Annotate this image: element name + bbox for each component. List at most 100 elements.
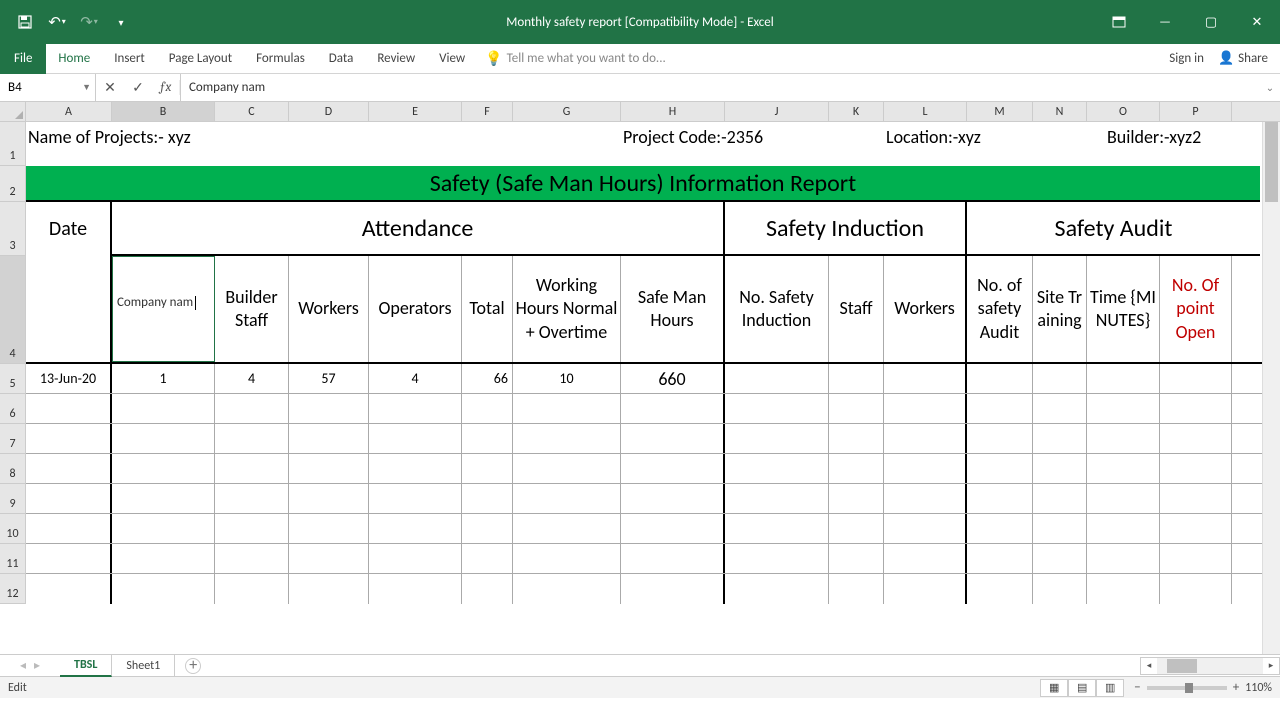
- attendance-header[interactable]: Attendance: [112, 202, 725, 256]
- row-hdr-2[interactable]: 2: [0, 166, 26, 202]
- close-button[interactable]: ✕: [1234, 0, 1280, 44]
- report-title-row[interactable]: Safety (Safe Man Hours) Information Repo…: [26, 166, 1260, 202]
- row-hdr-8[interactable]: 8: [0, 454, 26, 484]
- cell-total[interactable]: 66: [462, 364, 513, 393]
- staff-header[interactable]: Staff: [829, 256, 884, 362]
- workers-header[interactable]: Workers: [289, 256, 369, 362]
- file-tab[interactable]: File: [0, 44, 46, 74]
- no-safety-induction-header[interactable]: No. Safety Induction: [725, 256, 829, 362]
- no-safety-audit-header[interactable]: No. of safety Audit: [967, 256, 1033, 362]
- row-hdr-7[interactable]: 7: [0, 424, 26, 454]
- save-button[interactable]: [10, 7, 40, 37]
- nav-prev-icon[interactable]: ◂: [20, 658, 26, 673]
- row-hdr-1[interactable]: 1: [0, 122, 26, 166]
- maximize-button[interactable]: ▢: [1188, 0, 1234, 44]
- col-hdr-m[interactable]: M: [967, 102, 1033, 121]
- row-hdr-5[interactable]: 5: [0, 364, 26, 394]
- total-header[interactable]: Total: [462, 256, 513, 362]
- col-hdr-g[interactable]: G: [513, 102, 621, 121]
- cell-o5[interactable]: [1087, 364, 1160, 393]
- grid[interactable]: Name of Projects:- xyz Project Code:-235…: [26, 122, 1280, 654]
- tell-me-search[interactable]: 💡 Tell me what you want to do...: [485, 50, 666, 67]
- col-hdr-b[interactable]: B: [112, 102, 215, 121]
- tab-formulas[interactable]: Formulas: [244, 44, 317, 74]
- hscroll-right-icon[interactable]: ▸: [1263, 660, 1279, 671]
- sheet-tab-tbsl[interactable]: TBSL: [60, 655, 112, 677]
- site-training-header[interactable]: Site Training: [1033, 256, 1087, 362]
- cell-workers[interactable]: 57: [289, 364, 369, 393]
- vertical-scrollbar[interactable]: [1262, 122, 1280, 654]
- tab-view[interactable]: View: [427, 44, 477, 74]
- cell-builder-staff[interactable]: 4: [215, 364, 289, 393]
- zoom-slider[interactable]: [1147, 686, 1227, 690]
- tab-data[interactable]: Data: [317, 44, 366, 74]
- col-hdr-l[interactable]: L: [884, 102, 967, 121]
- qat-customize[interactable]: ▾: [106, 7, 136, 37]
- col-hdr-o[interactable]: O: [1087, 102, 1160, 121]
- col-hdr-p[interactable]: P: [1160, 102, 1232, 121]
- page-layout-view-button[interactable]: ▤: [1068, 679, 1096, 697]
- signin-link[interactable]: Sign in: [1169, 51, 1204, 66]
- share-button[interactable]: 👤 Share: [1218, 51, 1268, 66]
- safety-audit-header[interactable]: Safety Audit: [967, 202, 1260, 256]
- name-box-dropdown-icon[interactable]: ▼: [82, 82, 91, 93]
- col-hdr-n[interactable]: N: [1033, 102, 1087, 121]
- tab-review[interactable]: Review: [365, 44, 427, 74]
- safe-man-hours-header[interactable]: Safe Man Hours: [621, 256, 725, 362]
- row-hdr-9[interactable]: 9: [0, 484, 26, 514]
- company-name-header-editing[interactable]: Company nam: [112, 256, 215, 362]
- horizontal-scrollbar[interactable]: ◂ ▸: [1140, 657, 1280, 675]
- col-hdr-a[interactable]: A: [26, 102, 112, 121]
- row-hdr-10[interactable]: 10: [0, 514, 26, 544]
- col-hdr-e[interactable]: E: [369, 102, 462, 121]
- tab-home[interactable]: Home: [46, 44, 102, 74]
- builder-staff-header[interactable]: Builder Staff: [215, 256, 289, 362]
- cell-date[interactable]: 13-Jun-20: [26, 364, 112, 393]
- date-sub[interactable]: [26, 256, 112, 362]
- normal-view-button[interactable]: ▦: [1040, 679, 1068, 697]
- project-code-cell[interactable]: Project Code:-2356: [621, 122, 884, 165]
- zoom-out-button[interactable]: −: [1134, 680, 1140, 695]
- working-hours-header[interactable]: Working Hours Normal + Overtime: [513, 256, 621, 362]
- cell-p5[interactable]: [1160, 364, 1232, 393]
- cell-working-hours[interactable]: 10: [513, 364, 621, 393]
- col-hdr-k[interactable]: K: [829, 102, 884, 121]
- col-hdr-h[interactable]: H: [621, 102, 725, 121]
- row-hdr-11[interactable]: 11: [0, 544, 26, 574]
- tab-page-layout[interactable]: Page Layout: [157, 44, 244, 74]
- hscroll-thumb[interactable]: [1167, 659, 1197, 673]
- add-sheet-button[interactable]: +: [185, 658, 201, 674]
- fx-icon[interactable]: ƒx: [152, 80, 180, 95]
- row-hdr-12[interactable]: 12: [0, 574, 26, 604]
- zoom-level[interactable]: 110%: [1245, 681, 1272, 695]
- safety-induction-header[interactable]: Safety Induction: [725, 202, 967, 256]
- cell-j5[interactable]: [725, 364, 829, 393]
- no-point-open-header[interactable]: No. Of point Open: [1160, 256, 1232, 362]
- zoom-in-button[interactable]: +: [1233, 680, 1239, 695]
- cell-company[interactable]: 1: [112, 364, 215, 393]
- col-hdr-f[interactable]: F: [462, 102, 513, 121]
- ribbon-display-options[interactable]: [1096, 0, 1142, 44]
- minimize-button[interactable]: —: [1142, 0, 1188, 44]
- builder-cell[interactable]: Builder:-xyz2: [1105, 122, 1260, 165]
- nav-next-icon[interactable]: ▸: [34, 658, 40, 673]
- tab-insert[interactable]: Insert: [102, 44, 157, 74]
- col-hdr-c[interactable]: C: [215, 102, 289, 121]
- page-break-view-button[interactable]: ▥: [1096, 679, 1124, 697]
- time-minutes-header[interactable]: Time {MINUTES}: [1087, 256, 1160, 362]
- project-name-cell[interactable]: Name of Projects:- xyz: [26, 122, 621, 165]
- location-cell[interactable]: Location:-xyz: [884, 122, 1105, 165]
- undo-button[interactable]: ↶▾: [42, 7, 72, 37]
- formula-input[interactable]: Company nam: [181, 74, 1260, 101]
- row-hdr-3[interactable]: 3: [0, 202, 26, 256]
- cancel-edit-button[interactable]: ✕: [96, 79, 124, 96]
- hscroll-left-icon[interactable]: ◂: [1141, 660, 1157, 671]
- confirm-edit-button[interactable]: ✓: [124, 79, 152, 96]
- cell-m5[interactable]: [967, 364, 1033, 393]
- cell-l5[interactable]: [884, 364, 967, 393]
- cell-n5[interactable]: [1033, 364, 1087, 393]
- date-header[interactable]: Date: [26, 202, 112, 256]
- cell-k5[interactable]: [829, 364, 884, 393]
- scrollbar-thumb[interactable]: [1265, 122, 1278, 202]
- formula-bar-expand[interactable]: ⌄: [1260, 74, 1280, 101]
